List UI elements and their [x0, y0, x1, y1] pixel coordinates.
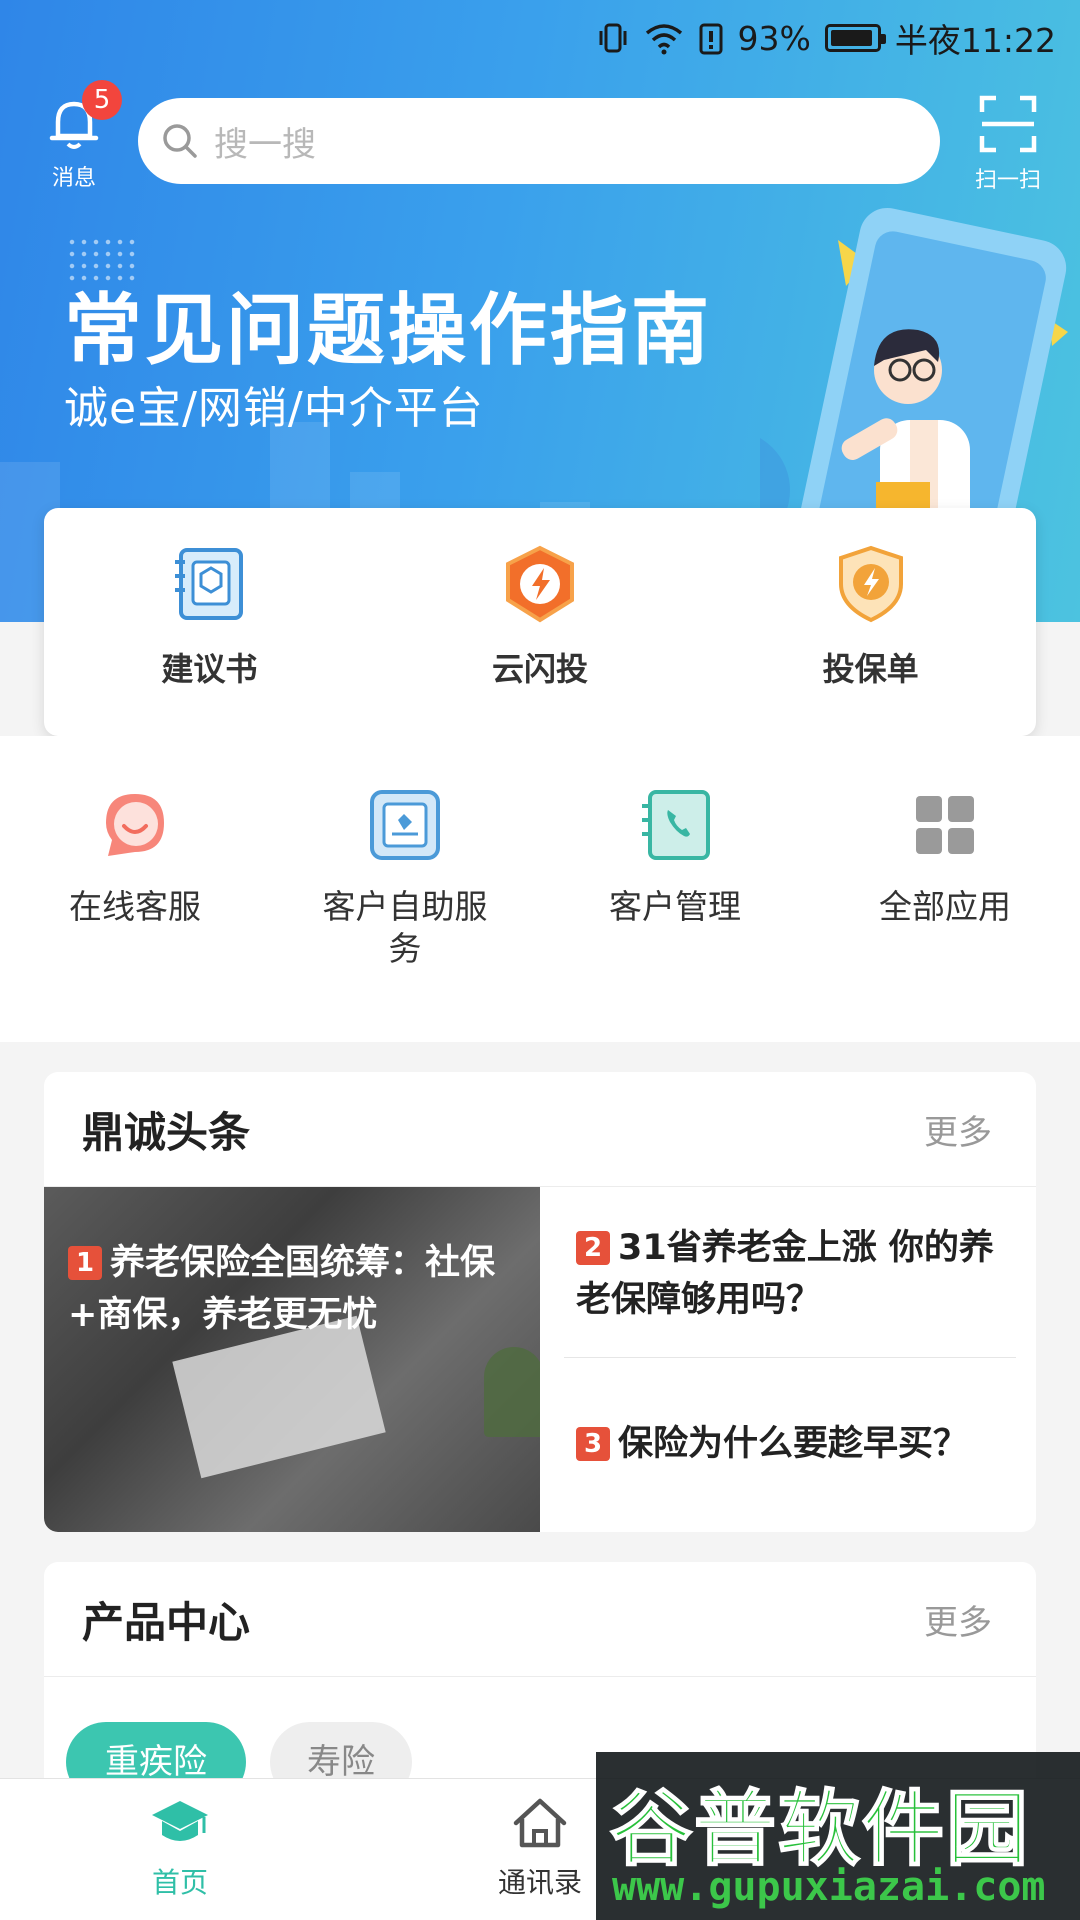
headline-1-text: 1 养老保险全国统筹：社保+商保，养老更无忧	[68, 1237, 510, 1341]
nav-home-label: 首页	[151, 1866, 208, 1899]
graduation-cap-icon	[152, 1801, 208, 1841]
headline-2[interactable]: 2 31省养老金上涨 你的养老保障够用吗？	[576, 1222, 1016, 1326]
battery-percent: 93%	[737, 18, 811, 58]
notification-badge: 5	[82, 80, 122, 120]
battery-icon	[824, 24, 886, 52]
watermark-overlay: 谷普软件园 www.gupuxiazai.com	[596, 1752, 1080, 1920]
message-label: 消息	[51, 166, 96, 191]
battery-level	[830, 30, 872, 46]
product-center-more-link[interactable]: 更多	[924, 1595, 992, 1644]
online-service-button[interactable]: 在线客服	[0, 788, 270, 1042]
headline-2-title: 31省养老金上涨 你的养老保障够用吗？	[576, 1228, 994, 1320]
policy-form-button[interactable]: 投保单	[705, 508, 1036, 736]
banner-title: 常见问题操作指南	[64, 286, 713, 376]
clock: 半夜11:22	[894, 21, 1056, 60]
self-service-button[interactable]: 客户自助服务	[270, 788, 540, 1042]
status-bar: 93% 半夜11:22	[0, 0, 1080, 76]
rank-badge: 1	[68, 1246, 102, 1280]
headlines-title: 鼎诚头条	[82, 1107, 251, 1157]
scan-icon	[979, 95, 1037, 153]
online-service-label: 在线客服	[69, 887, 201, 926]
battery-alert-icon	[699, 23, 723, 55]
product-center-title: 产品中心	[82, 1597, 251, 1647]
divider	[564, 1357, 1016, 1358]
apps-grid-icon	[916, 796, 974, 854]
headlines-header: 鼎诚头条 更多	[44, 1072, 1036, 1187]
all-apps-button[interactable]: 全部应用	[810, 788, 1080, 1042]
cloud-flash-label: 云闪投	[492, 650, 589, 688]
message-button[interactable]: 5 消息	[40, 80, 122, 192]
search-placeholder: 搜一搜	[214, 124, 316, 165]
plant-image	[484, 1347, 540, 1437]
scan-label: 扫一扫	[974, 168, 1041, 193]
policy-form-label: 投保单	[822, 650, 919, 688]
headline-1[interactable]: 1 养老保险全国统筹：社保+商保，养老更无忧	[44, 1187, 540, 1532]
home-icon	[513, 1798, 567, 1848]
all-apps-label: 全部应用	[879, 887, 1011, 926]
watermark-url: www.gupuxiazai.com	[612, 1864, 1046, 1910]
headlines-more-link[interactable]: 更多	[924, 1105, 992, 1154]
feature-grid: 在线客服 客户自助服务 客户管理 全部应用	[0, 736, 1080, 1042]
rank-badge: 3	[576, 1427, 610, 1461]
self-service-icon	[370, 790, 440, 860]
flash-shield-icon	[506, 545, 574, 623]
customer-management-label: 客户管理	[609, 887, 741, 926]
nav-home[interactable]: 首页	[100, 1797, 260, 1901]
rank-badge: 2	[576, 1231, 610, 1265]
self-service-label: 客户自助服务	[322, 887, 488, 968]
top-actions-card: 建议书 云闪投 投保单	[44, 508, 1036, 736]
search-input[interactable]: 搜一搜	[138, 98, 940, 184]
headline-1-title: 养老保险全国统筹：社保+商保，养老更无忧	[68, 1243, 496, 1335]
scan-button[interactable]: 扫一扫	[966, 94, 1050, 194]
chat-bubble-icon	[106, 794, 164, 856]
proposal-book-icon	[175, 548, 244, 620]
proposal-label: 建议书	[161, 650, 258, 688]
cloud-flash-button[interactable]: 云闪投	[375, 508, 706, 736]
policy-shield-icon	[838, 545, 903, 623]
headline-3-title: 保险为什么要趁早买？	[618, 1424, 969, 1464]
proposal-button[interactable]: 建议书	[44, 508, 375, 736]
vibrate-icon	[599, 23, 627, 53]
banner-subtitle: 诚e宝/网销/中介平台	[64, 383, 484, 434]
wifi-icon	[645, 24, 682, 55]
product-center-header: 产品中心 更多	[44, 1562, 1036, 1677]
headlines-card: 鼎诚头条 更多 1 养老保险全国统筹：社保+商保，养老更无忧 2 31省养老金上涨 …	[44, 1072, 1036, 1532]
headline-3[interactable]: 3 保险为什么要趁早买？	[576, 1418, 1016, 1470]
search-icon	[163, 124, 197, 158]
customer-management-button[interactable]: 客户管理	[540, 788, 810, 1042]
phone-book-icon	[642, 790, 710, 860]
